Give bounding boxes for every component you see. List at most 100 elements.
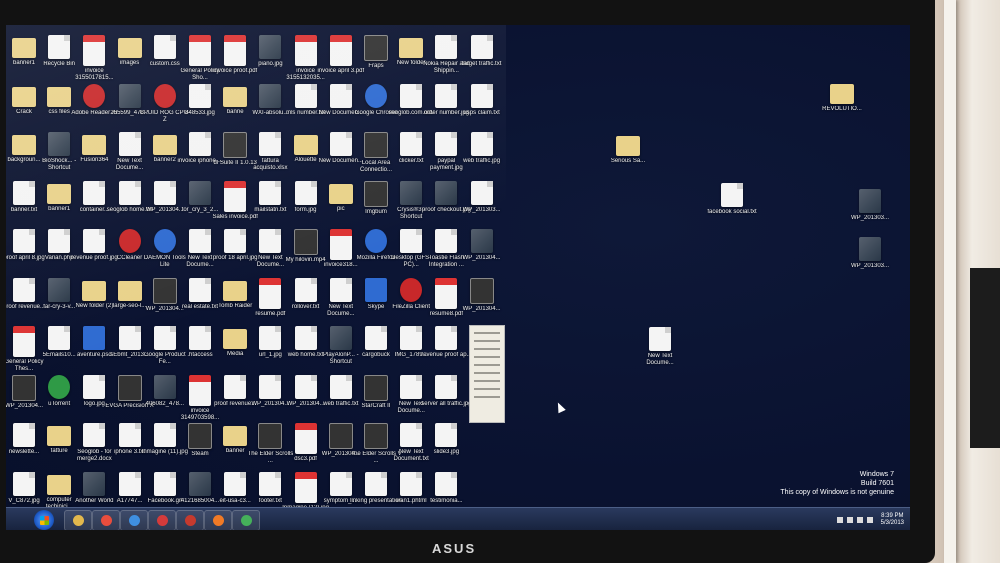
desktop-icon[interactable]: facebook social.txt: [706, 183, 758, 235]
img-icon: [48, 277, 71, 302]
doc-icon: [435, 326, 458, 350]
desktop-icon-label: WP_201304...: [462, 255, 501, 261]
blue-icon: [365, 277, 387, 302]
watermark-build: Build 7601: [860, 480, 894, 487]
taskbar-clock[interactable]: 8:39 PM 5/3/2013: [881, 513, 904, 527]
desktop-icon-label: usps claim.txt: [463, 109, 500, 116]
round-icon: [153, 229, 176, 253]
doc-icon: [189, 83, 211, 108]
doc-icon: [153, 471, 176, 496]
img-icon: [48, 132, 71, 156]
img-icon: [329, 326, 352, 350]
desktop-icon[interactable]: usps claim.txt: [456, 83, 508, 136]
desktop-icon-label: WP_201303...: [462, 206, 501, 213]
img-icon: [259, 35, 282, 59]
desktop-icon[interactable]: REVOLUTIO...: [816, 81, 868, 133]
taskbar-app-red-2-button[interactable]: [176, 510, 204, 530]
start-button[interactable]: [34, 510, 54, 530]
chrome-icon: [100, 515, 112, 526]
taskbar-internet-explorer-button[interactable]: [120, 510, 148, 530]
doc-icon: [329, 374, 352, 399]
app-red-2-icon: [184, 515, 196, 526]
desktop-icon-label: revenue proof ap...: [421, 352, 472, 358]
desktop-icon[interactable]: revenue proof ap...: [420, 326, 472, 378]
pdf-icon: [329, 35, 352, 66]
doc-icon: [400, 132, 423, 156]
flag-icon[interactable]: [846, 516, 853, 523]
img-icon: [118, 83, 141, 108]
volume-icon[interactable]: [866, 516, 873, 523]
door-frame: [944, 0, 956, 563]
desktop-icon[interactable]: Serious Sa...: [602, 133, 654, 185]
firefox-icon: [212, 515, 224, 526]
doc-icon: [48, 326, 71, 350]
desktop-icon[interactable]: WP_201304...: [456, 229, 508, 281]
pdf-icon: [329, 229, 352, 260]
doc-icon: [259, 326, 282, 350]
red-icon: [400, 277, 423, 302]
doc-icon: [400, 374, 423, 399]
doc-icon: [48, 35, 71, 59]
taskbar-chrome-button[interactable]: [92, 510, 120, 530]
desktop-icon-label: server all traffic.jpg: [421, 400, 472, 407]
desktop-icon-label: facebook social.txt: [707, 209, 757, 215]
doc-icon: [153, 423, 176, 447]
doc-icon: [153, 326, 176, 350]
desktop-icon[interactable]: slide3.jpg: [420, 423, 472, 475]
pdf-icon: [224, 180, 247, 212]
taskbar-app-green-button[interactable]: [232, 510, 260, 530]
taskbar-app-red-1-button[interactable]: [148, 510, 176, 530]
doc-icon: [470, 83, 493, 108]
doc-icon: [189, 277, 211, 302]
doc-icon: [118, 132, 141, 156]
round-icon: [365, 83, 387, 108]
pdf-icon: [83, 35, 106, 66]
desktop-icon[interactable]: web traffic.jpg: [456, 132, 508, 184]
desktop-icon[interactable]: server all traffic.jpg: [420, 374, 472, 427]
windows-explorer-icon: [72, 515, 84, 526]
img-icon: [189, 180, 211, 205]
doc-icon: [189, 132, 211, 156]
watermark-genuine: This copy of Windows is not genuine: [780, 489, 894, 496]
doc-icon: [329, 83, 352, 108]
desktop-icon-label: New Text Docume...: [646, 353, 674, 366]
windows-logo-icon: [39, 515, 49, 525]
doc-icon: [13, 180, 35, 205]
desktop-icon-label: WP_201303...: [850, 215, 890, 221]
taskbar-windows-explorer-button[interactable]: [64, 510, 92, 530]
desktop-icon[interactable]: WP_201304...: [456, 277, 508, 330]
desktop-icon[interactable]: target traffic.txt: [456, 35, 508, 87]
doc-icon: [435, 132, 458, 156]
doc-icon: [435, 423, 458, 447]
doc-icon: [400, 83, 423, 108]
tray-arrow-icon[interactable]: [836, 516, 843, 523]
pdf-icon: [259, 277, 282, 309]
desktop-icon-label: target traffic.txt: [461, 61, 502, 67]
sticky-note-window[interactable]: [469, 325, 505, 423]
round-icon: [365, 229, 387, 253]
doc-icon: [224, 374, 247, 399]
doc-icon: [329, 277, 352, 302]
desktop-icon[interactable]: WP_201303...: [844, 237, 896, 289]
doc-icon: [435, 471, 458, 496]
pdf-icon: [294, 423, 317, 454]
img-icon: [153, 374, 176, 399]
folder-icon: [616, 136, 640, 156]
doc-icon: [400, 229, 423, 253]
desktop-icon[interactable]: WP_201303...: [844, 189, 896, 241]
desktop-icon[interactable]: New Text Docume...: [634, 327, 686, 379]
taskbar: 8:39 PM 5/3/2013: [6, 507, 910, 530]
app-green-icon: [240, 515, 252, 526]
doc-icon: [83, 423, 106, 447]
network-icon[interactable]: [856, 516, 863, 523]
blue-icon: [83, 326, 106, 350]
taskbar-firefox-button[interactable]: [204, 510, 232, 530]
watermark-os: Windows 7: [859, 471, 894, 478]
doc-icon: [470, 180, 493, 205]
desktop-icon[interactable]: WP_201303...: [456, 180, 508, 233]
wall-poster: [970, 268, 1000, 448]
system-tray: 8:39 PM 5/3/2013: [836, 510, 904, 529]
pdf-icon: [13, 326, 35, 357]
doc-icon: [118, 471, 141, 496]
doc-icon: [259, 132, 282, 156]
